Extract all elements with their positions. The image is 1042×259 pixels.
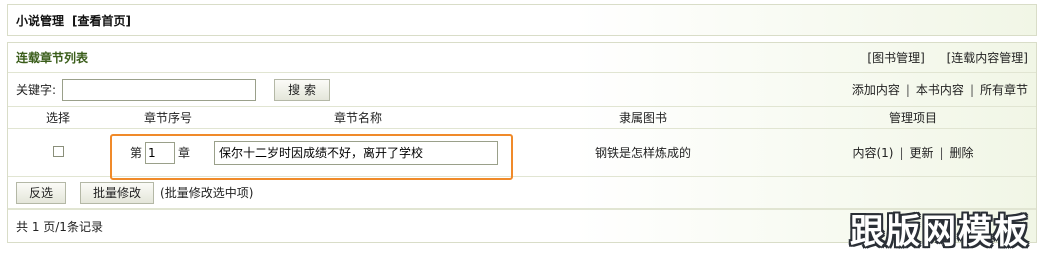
chapter-number-input[interactable] xyxy=(145,141,176,164)
top-header: 小说管理 [查看首页] xyxy=(7,4,1037,36)
record-summary: 共 1 页/1条记录 xyxy=(16,219,103,234)
keyword-input[interactable] xyxy=(62,78,257,101)
panel-links: [图书管理] [连载内容管理] xyxy=(849,49,1028,66)
table-row: 第 章 钢铁是怎样炼成的 内容(1) | 更新 | 删除 xyxy=(8,129,1036,177)
col-number-header: 章节序号 xyxy=(143,111,192,125)
book-name: 钢铁是怎样炼成的 xyxy=(594,146,691,160)
search-form: 关键字: 搜 索 xyxy=(16,78,331,101)
manage-actions: 内容(1) | 更新 | 删除 xyxy=(828,144,998,161)
panel-title-row: 连载章节列表 [图书管理] [连载内容管理] xyxy=(8,43,1036,73)
all-chapters-link[interactable]: 所有章节 xyxy=(980,83,1028,97)
add-content-link[interactable]: 添加内容 xyxy=(852,83,900,97)
update-link[interactable]: 更新 xyxy=(909,146,933,160)
batch-edit-note: (批量修改选中项) xyxy=(160,186,254,200)
book-content-link[interactable]: 本书内容 xyxy=(916,83,964,97)
search-row: 关键字: 搜 索 添加内容 | 本书内容 | 所有章节 xyxy=(8,73,1036,107)
col-book-header: 隶属图书 xyxy=(618,111,667,125)
panel-title: 连载章节列表 xyxy=(16,51,89,65)
row-select-cell xyxy=(8,145,108,160)
page-title: 小说管理 xyxy=(16,13,65,28)
quick-links: 添加内容 | 本书内容 | 所有章节 xyxy=(852,81,1028,98)
chapter-prefix: 第 xyxy=(130,146,143,160)
chapter-name-cell xyxy=(214,140,504,165)
table-header: 选择 章节序号 章节名称 隶属图书 管理项目 xyxy=(8,107,1036,129)
separator: | xyxy=(899,146,904,160)
book-management-link[interactable]: [图书管理] xyxy=(867,51,924,65)
chapter-suffix: 章 xyxy=(178,146,191,160)
col-select-header: 选择 xyxy=(45,111,70,125)
separator: | xyxy=(969,83,974,97)
col-name-header: 章节名称 xyxy=(333,111,382,125)
keyword-label: 关键字: xyxy=(16,83,57,97)
view-home-link[interactable]: [查看首页] xyxy=(72,12,131,29)
chapter-name-input[interactable] xyxy=(214,140,498,165)
content-management-link[interactable]: [连载内容管理] xyxy=(947,51,1028,65)
search-button[interactable]: 搜 索 xyxy=(274,78,331,101)
batch-edit-button[interactable]: 批量修改 xyxy=(80,181,155,204)
separator: | xyxy=(939,146,944,160)
watermark-logo: 跟版网模板 xyxy=(850,212,1030,252)
content-link[interactable]: 内容(1) xyxy=(852,146,893,160)
separator: | xyxy=(905,83,910,97)
col-manage-header: 管理项目 xyxy=(888,111,937,125)
invert-selection-button[interactable]: 反选 xyxy=(16,181,67,204)
row-checkbox[interactable] xyxy=(52,145,64,157)
delete-link[interactable]: 删除 xyxy=(950,146,974,160)
chapter-number-cell: 第 章 xyxy=(130,141,210,164)
